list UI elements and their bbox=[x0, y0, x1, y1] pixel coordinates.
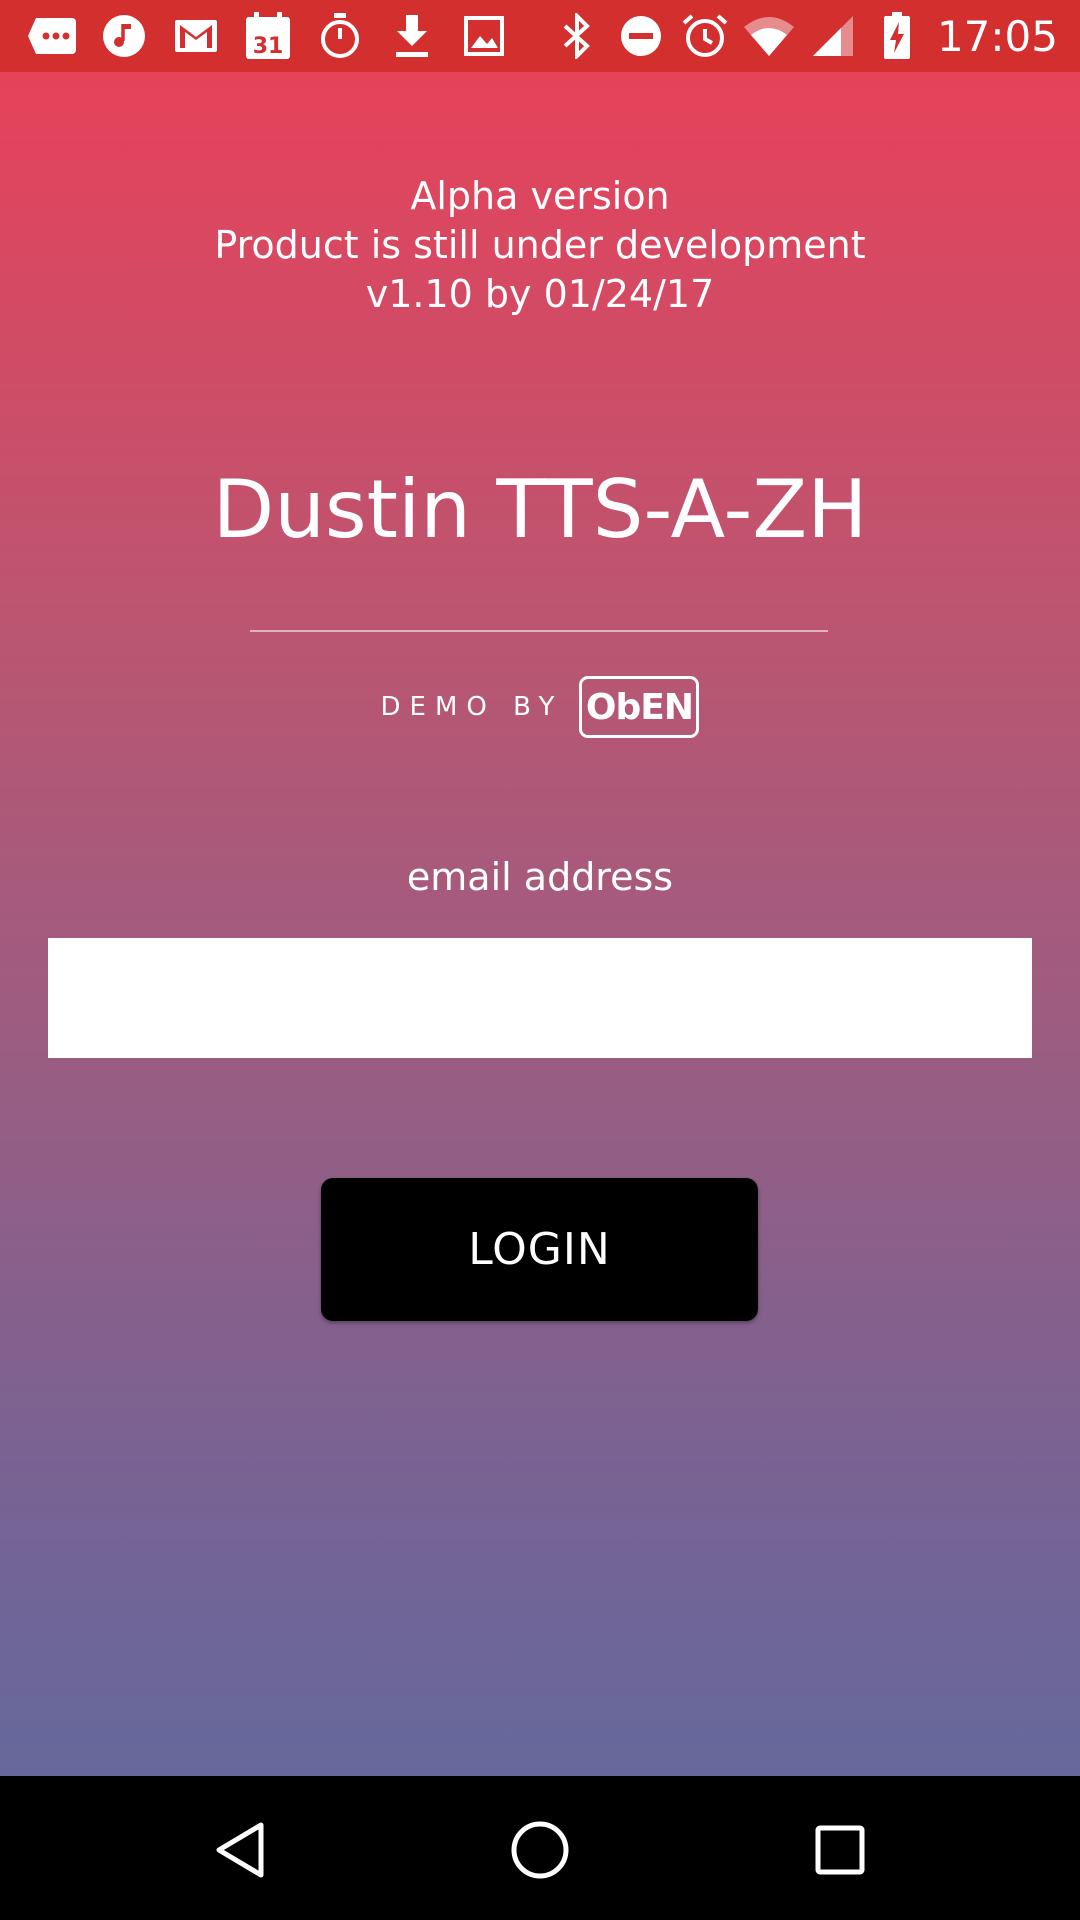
signal-icon bbox=[807, 8, 859, 64]
login-button[interactable]: LOGIN bbox=[321, 1178, 758, 1321]
calendar-icon: 31 bbox=[240, 8, 296, 64]
notice-line-3: v1.10 by 01/24/17 bbox=[365, 272, 715, 316]
demo-by-label: DEMO BY bbox=[380, 692, 564, 722]
wifi-icon bbox=[743, 8, 795, 64]
timer-icon bbox=[312, 8, 368, 64]
alarm-icon bbox=[679, 8, 731, 64]
email-label: email address bbox=[406, 855, 674, 899]
oben-logo: ObEN bbox=[579, 676, 700, 738]
navigation-bar bbox=[0, 1776, 1080, 1920]
do-not-disturb-icon bbox=[615, 8, 667, 64]
music-note-icon bbox=[96, 8, 152, 64]
demo-by-row: DEMO BY ObEN bbox=[0, 672, 1080, 742]
gmail-icon bbox=[168, 8, 224, 64]
system-icons: 17:05 bbox=[539, 0, 1058, 72]
recents-icon[interactable] bbox=[810, 1820, 870, 1880]
clock: 17:05 bbox=[936, 11, 1058, 61]
download-icon bbox=[384, 8, 440, 64]
status-bar: 31 17:05 bbox=[0, 0, 1080, 72]
notice-line-1: Alpha version bbox=[410, 174, 670, 218]
calendar-day: 31 bbox=[253, 34, 284, 59]
back-icon[interactable] bbox=[210, 1820, 270, 1880]
notice-line-2: Product is still under development bbox=[214, 223, 866, 267]
battery-charging-icon bbox=[871, 8, 923, 64]
version-notice: Alpha version Product is still under dev… bbox=[0, 172, 1080, 319]
bluetooth-icon bbox=[551, 8, 603, 64]
login-screen: Alpha version Product is still under dev… bbox=[0, 72, 1080, 1776]
divider bbox=[250, 630, 828, 632]
email-field[interactable] bbox=[48, 938, 1032, 1058]
notification-icons: 31 bbox=[24, 8, 528, 64]
chat-bubble-icon bbox=[24, 8, 80, 64]
image-icon bbox=[456, 8, 512, 64]
app-title: Dustin TTS-A-ZH bbox=[212, 463, 868, 556]
home-icon[interactable] bbox=[510, 1820, 570, 1880]
